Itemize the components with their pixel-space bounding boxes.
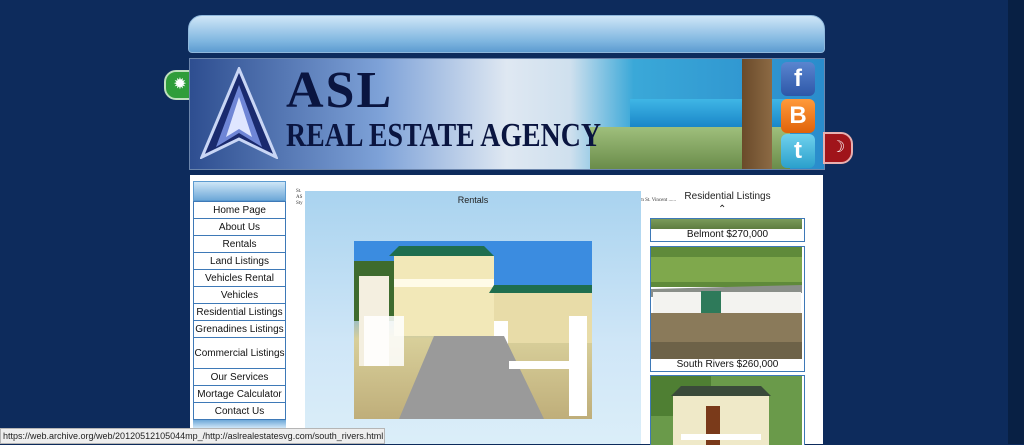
sidebar-item-services[interactable]: Our Services <box>193 369 286 386</box>
facebook-icon[interactable]: f <box>781 62 815 96</box>
rentals-title: Rentals <box>457 195 489 205</box>
sidebar-item-home[interactable]: Home Page <box>193 201 286 219</box>
listing-photo <box>651 376 802 445</box>
listing-photo <box>651 219 802 229</box>
scroll-up-icon[interactable]: ⌃ <box>718 204 726 215</box>
rental-house-photo[interactable] <box>354 241 592 419</box>
sidebar: Home Page About Us Rentals Land Listings… <box>193 181 286 428</box>
header-tab <box>188 15 825 53</box>
sidebar-header <box>193 181 286 201</box>
moon-icon[interactable]: ☽ <box>823 132 853 164</box>
twitter-icon[interactable]: t <box>781 134 815 168</box>
sidebar-item-about[interactable]: About Us <box>193 219 286 236</box>
listing-house-image <box>651 376 802 445</box>
listing-caption: Belmont $270,000 <box>686 229 769 240</box>
listing-card[interactable]: South Rivers $260,000 <box>650 246 805 372</box>
status-bar-url: https://web.archive.org/web/201205121050… <box>0 428 385 444</box>
banner-pillar-photo <box>742 59 772 169</box>
rental-house-image <box>354 241 592 419</box>
sidebar-item-residential[interactable]: Residential Listings <box>193 304 286 321</box>
logo-icon <box>200 67 278 159</box>
sidebar-item-grenadines[interactable]: Grenadines Listings <box>193 321 286 338</box>
listing-photo <box>651 247 802 359</box>
sidebar-item-vehicles-rental[interactable]: Vehicles Rental <box>193 270 286 287</box>
rentals-slideshow: Rentals <box>305 191 641 444</box>
brand-subtitle: REAL ESTATE AGENCY <box>286 117 602 154</box>
brand-name: ASL <box>286 62 394 119</box>
sidebar-item-rentals[interactable]: Rentals <box>193 236 286 253</box>
listing-card[interactable] <box>650 375 805 445</box>
banner: ASL REAL ESTATE AGENCY <box>189 58 825 170</box>
residential-title: Residential Listings <box>684 191 771 202</box>
right-edge-shade <box>1008 0 1024 444</box>
sidebar-item-vehicles[interactable]: Vehicles <box>193 287 286 304</box>
blogger-icon[interactable]: B <box>781 99 815 133</box>
sidebar-item-mortgage[interactable]: Mortage Calculator <box>193 386 286 403</box>
sidebar-item-commercial[interactable]: Commercial Listings <box>193 338 286 369</box>
listing-caption: South Rivers $260,000 <box>676 359 779 370</box>
sidebar-item-contact[interactable]: Contact Us <box>193 403 286 420</box>
sidebar-footer <box>193 420 286 428</box>
listing-card[interactable]: Belmont $270,000 <box>650 218 805 242</box>
listing-house-image <box>651 247 802 359</box>
sidebar-item-land[interactable]: Land Listings <box>193 253 286 270</box>
